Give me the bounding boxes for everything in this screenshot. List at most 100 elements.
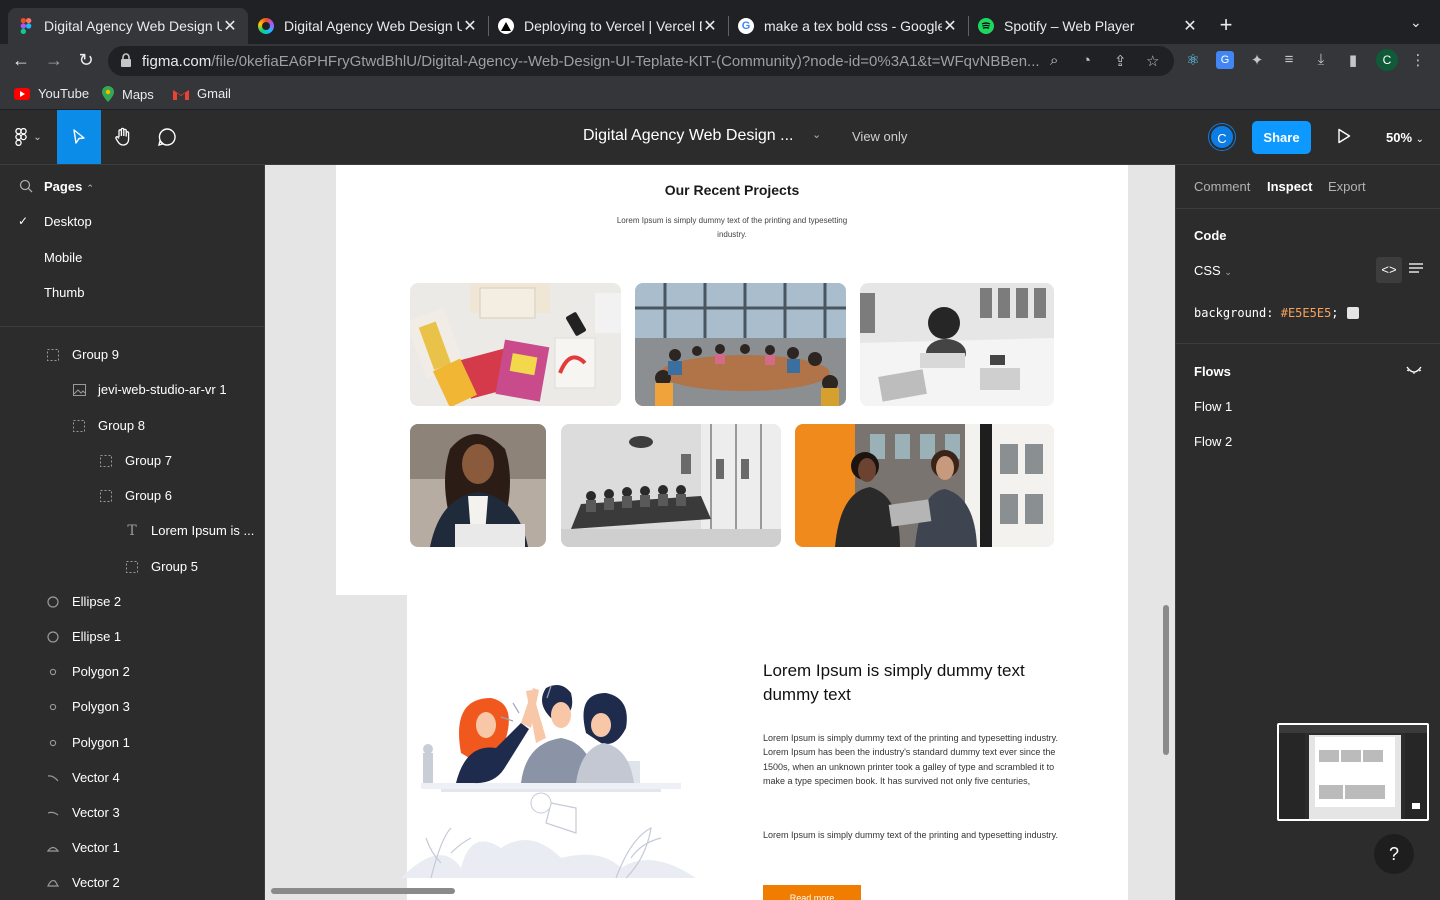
layer-name: Lorem Ipsum is ... bbox=[151, 523, 255, 538]
close-icon[interactable]: ✕ bbox=[462, 16, 478, 36]
performance-icon[interactable]: ◔ bbox=[1082, 52, 1091, 69]
list-view-icon[interactable] bbox=[1408, 262, 1424, 276]
present-play-icon[interactable] bbox=[1337, 128, 1351, 144]
layer-item[interactable]: jevi-web-studio-ar-vr 1 bbox=[72, 382, 227, 397]
browser-tab-bar: Digital Agency Web Design UI T ✕ Digital… bbox=[0, 0, 1440, 46]
new-tab-button[interactable]: + bbox=[1216, 12, 1236, 38]
figma-logo-icon bbox=[15, 128, 28, 146]
side-panel-icon[interactable]: ▮ bbox=[1344, 51, 1362, 69]
tab-vercel[interactable]: Deploying to Vercel | Vercel Do ✕ bbox=[488, 8, 728, 44]
layer-item[interactable]: Polygon 2 bbox=[46, 664, 130, 679]
bookmark-gmail[interactable]: Gmail bbox=[173, 86, 231, 101]
layer-item[interactable]: Vector 1 bbox=[46, 840, 120, 855]
pages-header[interactable]: Pages ⌃ bbox=[44, 179, 94, 194]
document-title[interactable]: Digital Agency Web Design ... bbox=[583, 127, 793, 145]
group-icon bbox=[125, 560, 139, 574]
bookmark-youtube[interactable]: YouTube bbox=[14, 86, 89, 101]
profile-avatar[interactable]: C bbox=[1376, 49, 1398, 71]
read-more-button[interactable]: Read more bbox=[763, 885, 861, 900]
tab-title: Digital Agency Web Design UI T bbox=[44, 18, 222, 34]
tab-figma-community[interactable]: Digital Agency Web Design UI T ✕ bbox=[248, 8, 488, 44]
project-photo-meeting[interactable] bbox=[635, 283, 846, 406]
horizontal-scrollbar[interactable] bbox=[271, 888, 455, 894]
bookmark-maps[interactable]: Maps bbox=[102, 86, 154, 102]
chevron-down-icon[interactable]: ⌄ bbox=[1410, 14, 1422, 31]
layer-item[interactable]: Vector 4 bbox=[46, 770, 120, 785]
project-photo-conference[interactable] bbox=[561, 424, 781, 547]
layer-item[interactable]: Group 6 bbox=[99, 488, 172, 503]
page-thumb[interactable]: Thumb bbox=[44, 285, 84, 300]
translate-icon[interactable]: G bbox=[1216, 51, 1234, 69]
code-section-title: Code bbox=[1194, 228, 1227, 243]
chevron-down-icon: ⌄ bbox=[33, 131, 42, 143]
layer-item[interactable]: Vector 2 bbox=[46, 875, 120, 890]
layer-item[interactable]: Group 9 bbox=[46, 347, 119, 362]
project-photo-books[interactable] bbox=[410, 283, 621, 406]
share-icon[interactable]: ⇪ bbox=[1114, 52, 1127, 70]
css-property: background: bbox=[1194, 306, 1274, 320]
project-photo-two-women[interactable] bbox=[795, 424, 1054, 547]
reload-icon[interactable]: ↻ bbox=[75, 50, 97, 71]
back-arrow-icon[interactable]: ← bbox=[10, 50, 32, 71]
close-icon[interactable]: ✕ bbox=[1182, 16, 1198, 36]
comment-tool[interactable] bbox=[145, 110, 189, 164]
media-queue-icon[interactable]: ≡ bbox=[1280, 51, 1298, 69]
tab-export[interactable]: Export bbox=[1328, 179, 1366, 194]
download-icon[interactable]: ⤓ bbox=[1312, 51, 1330, 69]
close-icon[interactable]: ✕ bbox=[942, 16, 958, 36]
page-desktop[interactable]: Desktop bbox=[44, 214, 92, 229]
flow-item-2[interactable]: Flow 2 bbox=[1194, 434, 1232, 449]
close-icon[interactable]: ✕ bbox=[222, 16, 238, 36]
hand-tool[interactable] bbox=[101, 110, 145, 164]
layer-item[interactable]: Group 7 bbox=[99, 453, 172, 468]
star-icon[interactable]: ☆ bbox=[1146, 52, 1159, 70]
project-photo-woman-laptop[interactable] bbox=[410, 424, 546, 547]
tab-figma-active[interactable]: Digital Agency Web Design UI T ✕ bbox=[8, 8, 248, 44]
design-canvas[interactable]: Our Recent Projects Lorem Ipsum is simpl… bbox=[265, 165, 1175, 900]
main-menu-button[interactable]: ⌄ bbox=[0, 110, 56, 164]
react-devtools-icon[interactable]: ⚛ bbox=[1184, 51, 1202, 69]
forward-arrow-icon[interactable]: → bbox=[43, 50, 65, 71]
divider bbox=[1176, 343, 1440, 344]
search-icon[interactable] bbox=[19, 179, 33, 193]
layer-item[interactable]: Group 8 bbox=[72, 418, 145, 433]
layer-item[interactable]: Ellipse 1 bbox=[46, 629, 121, 644]
polygon-icon bbox=[46, 700, 60, 714]
page-mobile[interactable]: Mobile bbox=[44, 250, 82, 265]
address-bar[interactable]: figma.com/file/0kefiaEA6PHFryGtwdBhlU/Di… bbox=[108, 46, 1174, 76]
css-code-line[interactable]: background: #E5E5E5; bbox=[1194, 306, 1359, 320]
section-title: Our Recent Projects bbox=[664, 182, 800, 198]
zoom-value: 50% bbox=[1386, 130, 1413, 145]
layer-item[interactable]: Vector 3 bbox=[46, 805, 120, 820]
canvas-minimap[interactable] bbox=[1277, 723, 1429, 821]
user-avatar[interactable]: C bbox=[1209, 124, 1235, 150]
tab-spotify[interactable]: Spotify – Web Player ✕ bbox=[968, 8, 1208, 44]
layer-item[interactable]: Polygon 1 bbox=[46, 735, 130, 750]
chevron-down-icon[interactable]: ⌄ bbox=[812, 128, 821, 141]
vertical-scrollbar[interactable] bbox=[1163, 605, 1169, 755]
code-language-select[interactable]: CSS ⌄ bbox=[1194, 263, 1232, 278]
extensions-icon[interactable]: ✦ bbox=[1248, 51, 1266, 69]
layer-item[interactable]: Group 5 bbox=[125, 559, 198, 574]
move-tool[interactable] bbox=[57, 110, 101, 164]
close-icon[interactable]: ✕ bbox=[702, 16, 718, 36]
layer-item[interactable]: T Lorem Ipsum is ... bbox=[125, 523, 255, 539]
zoom-icon[interactable]: ⌕ bbox=[1050, 52, 1058, 69]
tab-inspect[interactable]: Inspect bbox=[1267, 179, 1313, 194]
share-button[interactable]: Share bbox=[1252, 121, 1311, 154]
tab-google-search[interactable]: G make a tex bold css - Google S ✕ bbox=[728, 8, 968, 44]
polygon-icon bbox=[46, 665, 60, 679]
tab-comment[interactable]: Comment bbox=[1194, 179, 1250, 194]
vector-icon bbox=[46, 876, 60, 890]
zoom-menu[interactable]: 50% ⌄ bbox=[1386, 130, 1424, 145]
code-view-icon[interactable]: <> bbox=[1376, 257, 1402, 283]
layer-item[interactable]: Polygon 3 bbox=[46, 699, 130, 714]
flow-icon[interactable] bbox=[1406, 365, 1422, 375]
flow-item-1[interactable]: Flow 1 bbox=[1194, 399, 1232, 414]
help-button[interactable]: ? bbox=[1374, 834, 1414, 874]
desktop-frame[interactable]: Our Recent Projects Lorem Ipsum is simpl… bbox=[336, 165, 1128, 900]
layer-item[interactable]: Ellipse 2 bbox=[46, 594, 121, 609]
more-menu-icon[interactable]: ⋮ bbox=[1409, 51, 1427, 69]
project-photo-woman-desk[interactable] bbox=[860, 283, 1054, 406]
bookmark-label: YouTube bbox=[38, 86, 90, 101]
